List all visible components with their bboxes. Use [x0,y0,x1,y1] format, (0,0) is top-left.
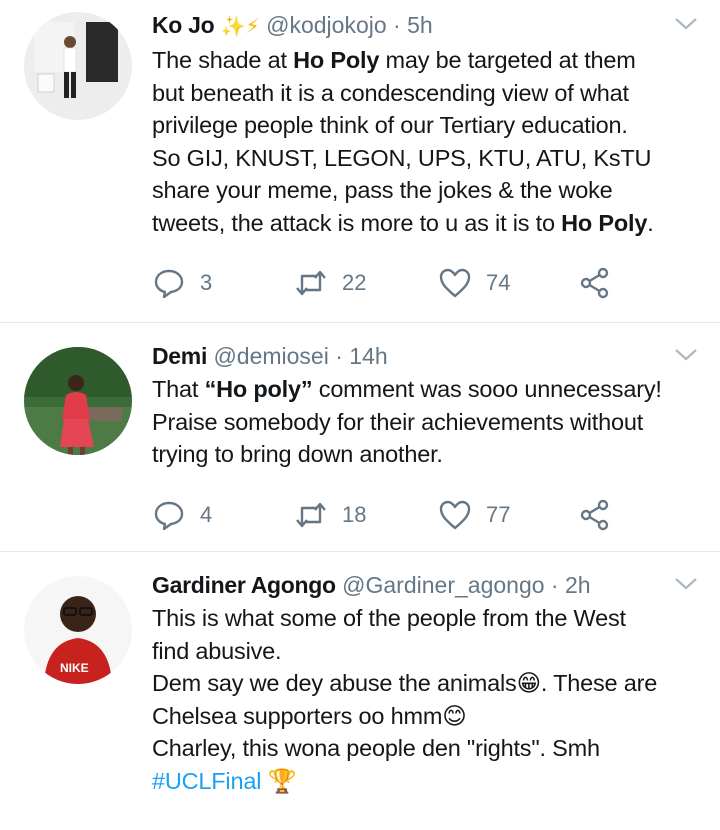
timestamp[interactable]: 5h [407,12,433,38]
reply-count: 3 [200,270,213,295]
avatar[interactable] [24,12,132,120]
tweet-text-line: So GIJ, KNUST, LEGON, UPS, KTU, ATU, KsT… [152,144,652,171]
like-count: 77 [486,502,511,527]
user-handle[interactable]: @Gardiner_agongo [342,572,544,598]
user-handle[interactable]: @demiosei [213,343,328,369]
avatar[interactable]: NIKE [24,576,132,684]
tweet-text-line: That “Ho poly” comment was sooo unnecess… [152,376,662,402]
tweet-text-line: privilege people think of our Tertiary e… [152,112,628,138]
retweet-count: 18 [342,502,367,527]
tweet-text-line: but beneath it is a condescending view o… [152,79,629,106]
logo-text: NIKE [60,661,89,675]
display-name[interactable]: Ko Jo [152,12,215,38]
like-button[interactable]: 77 [438,495,510,535]
share-icon [580,267,609,299]
tweet-text-line: share your meme, pass the jokes & the wo… [152,177,613,203]
heart-icon [439,500,471,530]
tweet[interactable]: Demi @demiosei · 14h That “Ho poly” comm… [0,323,720,552]
tweet-text-line: trying to bring down another. [152,441,443,467]
retweet-icon [296,270,326,296]
display-name[interactable]: Gardiner Agongo [152,572,336,598]
share-icon [580,499,609,531]
retweet-button[interactable]: 22 [294,263,366,303]
like-count: 74 [486,270,511,295]
tweet-text-line: Praise somebody for their achievements w… [152,408,644,435]
tweet-text-line: The shade at Ho Poly may be targeted at … [152,47,636,73]
retweet-icon [296,502,326,528]
user-handle[interactable]: @kodjokojo [266,12,387,38]
timestamp[interactable]: 14h [349,343,387,369]
heart-icon [439,268,471,298]
chevron-down-icon[interactable] [672,10,700,38]
reply-icon [154,501,184,531]
tweet-text-line: #UCLFinal 🏆 [152,767,297,794]
tweet-text-line: This is what some of the people from the… [152,605,626,631]
display-name[interactable]: Demi [152,343,207,369]
tweet-text-line: Dem say we dey abuse the animals😁. These… [152,670,658,696]
tweet-text-line: Charley, this wona people den "rights". … [152,735,600,761]
separator-dot: · [393,12,401,38]
tweet[interactable]: Ko Jo ✨⚡ @kodjokojo · 5h The shade at Ho… [0,0,720,323]
tweet-text: The shade at Ho Poly may be targeted at … [152,44,700,239]
tweet-text-line: find abusive. [152,637,282,664]
like-button[interactable]: 74 [438,263,510,303]
reply-button[interactable]: 3 [152,263,212,303]
bold-text: “Ho poly” [204,376,313,402]
chevron-down-icon[interactable] [672,570,700,598]
chevron-down-icon[interactable] [672,341,700,369]
bold-text: Ho Poly [561,209,648,236]
tweet-text-line: Chelsea supporters oo hmm😊 [152,702,467,729]
tweet-text: This is what some of the people from the… [152,602,700,797]
separator-dot: · [550,572,559,598]
hashtag-link[interactable]: #UCLFinal [152,768,261,794]
name-emojis: ✨⚡ [220,16,260,38]
retweet-count: 22 [342,270,367,295]
tweet[interactable]: NIKE Gardiner Agongo @Gardiner_agongo · … [0,552,720,830]
avatar[interactable] [24,347,132,455]
separator-dot: · [335,343,343,369]
tweet-text-line: tweets, the attack is more to u as it is… [152,209,654,236]
share-button[interactable] [578,263,612,303]
share-button[interactable] [578,495,612,535]
timestamp[interactable]: 2h [565,572,591,598]
reply-count: 4 [200,502,213,527]
reply-button[interactable]: 4 [152,495,212,535]
bold-text: Ho Poly [293,47,380,73]
retweet-button[interactable]: 18 [294,495,366,535]
tweet-text: That “Ho poly” comment was sooo unnecess… [152,373,700,471]
reply-icon [154,269,184,299]
